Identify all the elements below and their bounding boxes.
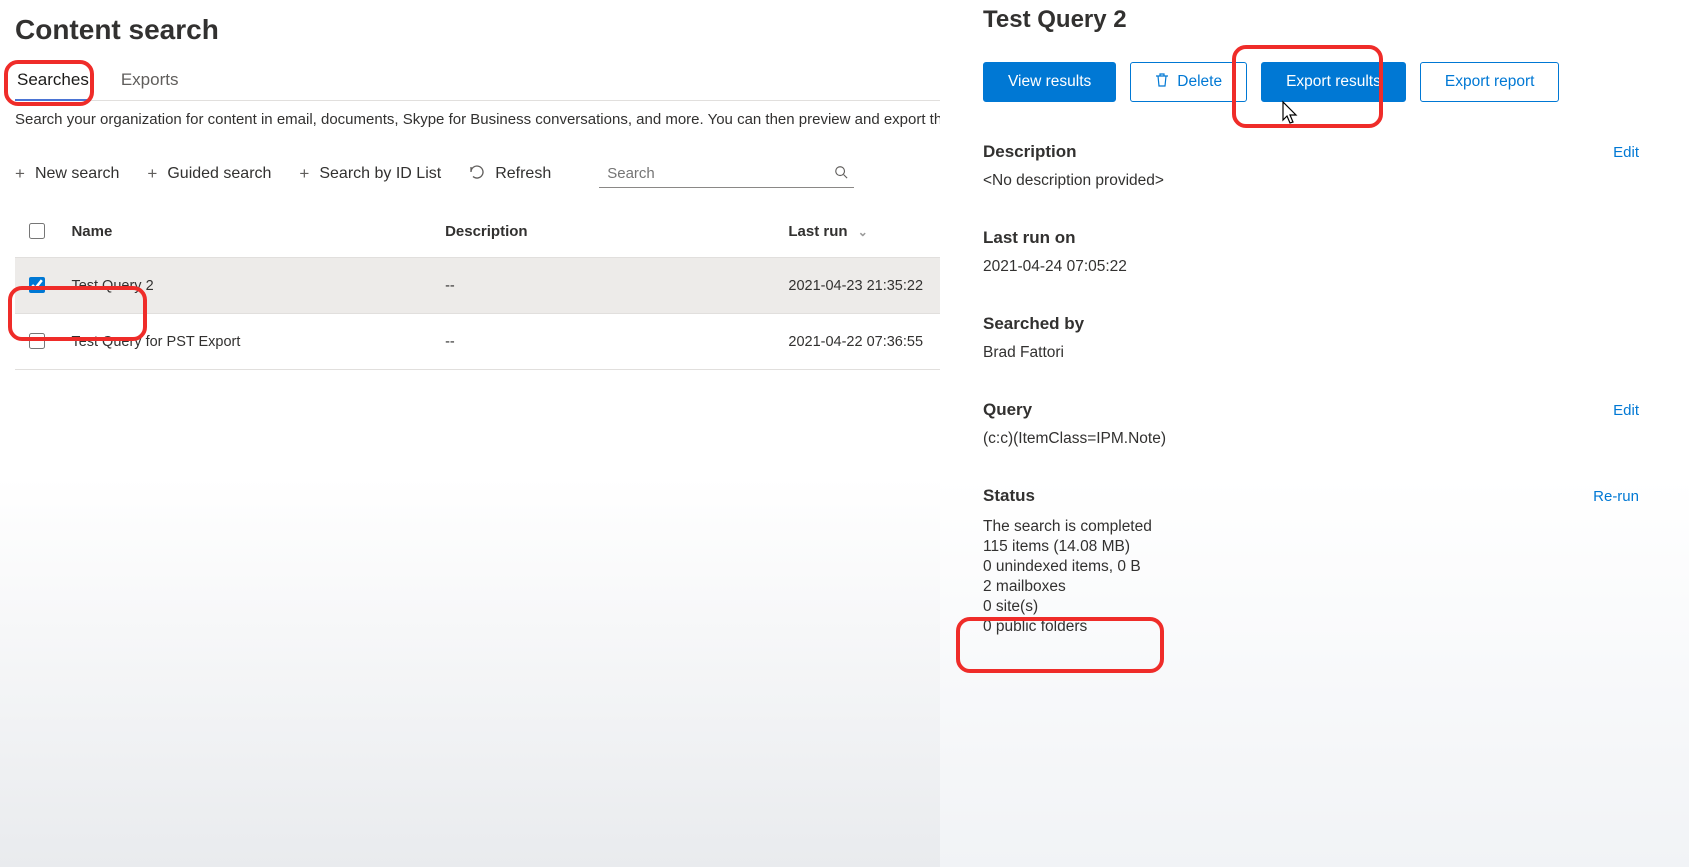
table-row[interactable]: Test Query for PST Export -- 2021-04-22 … [15,314,940,370]
last-run-label: Last run on [983,228,1639,248]
search-table: Name Description Last run ⌄ Test Query 2… [15,206,940,370]
col-header-last-run[interactable]: Last run ⌄ [778,206,940,258]
searched-by-value: Brad Fattori [983,344,1639,362]
status-line: 115 items (14.08 MB) [983,538,1639,556]
status-label: Status [983,486,1035,506]
search-icon [834,165,848,182]
detail-title: Test Query 2 [983,6,1639,34]
status-line: 0 unindexed items, 0 B [983,558,1639,576]
tabs: Searches Exports [15,64,940,101]
edit-query-link[interactable]: Edit [1613,402,1639,419]
chevron-down-icon: ⌄ [858,225,868,239]
new-search-label: New search [35,165,119,183]
tab-exports[interactable]: Exports [119,64,181,100]
export-report-button[interactable]: Export report [1420,62,1560,102]
status-line: 0 public folders [983,618,1639,636]
row-description: -- [435,258,778,314]
action-bar: View results Delete Export results Expor… [983,62,1639,102]
refresh-label: Refresh [495,165,551,183]
edit-description-link[interactable]: Edit [1613,144,1639,161]
status-line: 0 site(s) [983,598,1639,616]
last-run-value: 2021-04-24 07:05:22 [983,258,1639,276]
trash-icon [1155,72,1169,93]
tab-searches[interactable]: Searches [15,64,91,100]
new-search-button[interactable]: + New search [15,164,119,184]
delete-label: Delete [1177,73,1222,91]
row-name: Test Query 2 [61,258,435,314]
delete-button[interactable]: Delete [1130,62,1247,102]
guided-search-label: Guided search [167,165,271,183]
refresh-icon [469,164,485,185]
search-by-id-label: Search by ID List [319,165,441,183]
search-box[interactable] [599,160,854,188]
view-results-button[interactable]: View results [983,62,1116,102]
col-header-name[interactable]: Name [61,206,435,258]
plus-icon: + [147,164,157,184]
col-header-last-run-label: Last run [788,223,847,240]
guided-search-button[interactable]: + Guided search [147,164,271,184]
query-value: (c:c)(ItemClass=IPM.Note) [983,430,1639,448]
row-checkbox[interactable] [29,333,45,349]
description-label: Description [983,142,1077,162]
status-line: 2 mailboxes [983,578,1639,596]
col-header-description[interactable]: Description [435,206,778,258]
table-row[interactable]: Test Query 2 -- 2021-04-23 21:35:22 [15,258,940,314]
intro-text: Search your organization for content in … [15,111,940,128]
page-title: Content search [15,14,940,46]
row-description: -- [435,314,778,370]
plus-icon: + [15,164,25,184]
searched-by-label: Searched by [983,314,1639,334]
status-line: The search is completed [983,518,1639,536]
status-lines: The search is completed 115 items (14.08… [983,518,1639,636]
row-name: Test Query for PST Export [61,314,435,370]
description-value: <No description provided> [983,172,1639,190]
row-last-run: 2021-04-23 21:35:22 [778,258,940,314]
search-input[interactable] [605,164,834,183]
query-label: Query [983,400,1032,420]
row-checkbox[interactable] [29,277,45,293]
row-last-run: 2021-04-22 07:36:55 [778,314,940,370]
toolbar: + New search + Guided search + Search by… [15,154,940,206]
export-results-button[interactable]: Export results [1261,62,1406,102]
refresh-button[interactable]: Refresh [469,164,551,185]
rerun-link[interactable]: Re-run [1593,488,1639,505]
search-by-id-button[interactable]: + Search by ID List [299,164,441,184]
plus-icon: + [299,164,309,184]
select-all-checkbox[interactable] [29,223,45,239]
